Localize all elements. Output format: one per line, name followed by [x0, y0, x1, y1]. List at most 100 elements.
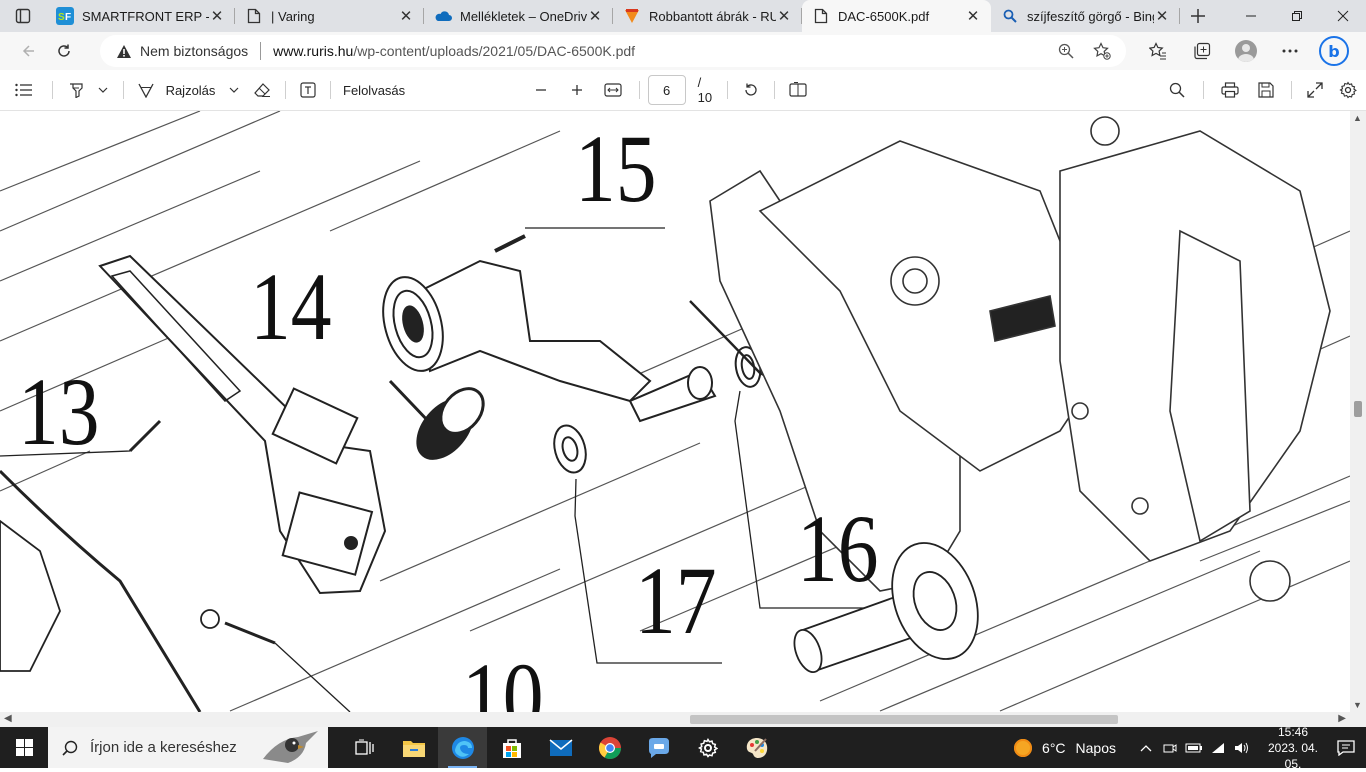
draw-button[interactable]: Rajzolás [132, 74, 222, 106]
security-indicator[interactable]: Nem biztonságos [116, 43, 248, 59]
print-button[interactable] [1212, 74, 1248, 106]
collections-icon [1194, 42, 1211, 60]
taskbar-file-explorer[interactable] [389, 727, 438, 768]
settings-more-button[interactable] [1268, 32, 1312, 70]
zoom-button[interactable] [1048, 35, 1084, 67]
close-tab-icon[interactable]: ✕ [965, 8, 981, 25]
taskbar-edge[interactable] [438, 727, 487, 768]
more-dots-icon [1282, 49, 1298, 53]
page-number-input[interactable] [647, 75, 686, 105]
collections-button[interactable] [1180, 32, 1224, 70]
scroll-left-arrow-icon[interactable]: ◀ [4, 713, 12, 724]
close-window-button[interactable] [1320, 0, 1366, 32]
volume-icon[interactable] [1230, 727, 1254, 768]
tab-ruris[interactable]: Robbantott ábrák - RURIS ✕ [613, 0, 802, 32]
scroll-down-arrow-icon[interactable]: ▼ [1353, 700, 1362, 710]
bing-search-icon [1001, 7, 1019, 25]
back-arrow-icon [22, 45, 34, 57]
profile-button[interactable] [1224, 32, 1268, 70]
taskbar-paint[interactable] [732, 727, 781, 768]
system-tray: 6°C Napos 15:46 2023. 04. 05. [1014, 725, 1366, 771]
rotate-button[interactable] [736, 74, 766, 106]
fit-to-width-button[interactable] [595, 74, 631, 106]
notification-icon [1337, 739, 1355, 756]
highlight-dropdown[interactable] [91, 74, 115, 106]
close-tab-icon[interactable]: ✕ [209, 8, 225, 25]
save-disk-icon [1257, 82, 1274, 98]
pdf-document-viewport[interactable]: 15 14 13 16 17 10 [0, 111, 1350, 712]
taskbar-store[interactable] [487, 727, 536, 768]
expand-icon [1307, 82, 1323, 98]
toolbar-divider [285, 81, 287, 99]
add-text-button[interactable] [294, 74, 322, 106]
back-button[interactable] [10, 35, 46, 67]
zoom-in-button[interactable] [559, 74, 595, 106]
read-aloud-button[interactable]: Felolvasás [339, 74, 409, 106]
windows-taskbar: Írjon ide a kereséshez 6°C Napos 15:46 2… [0, 725, 1366, 771]
pdf-settings-button[interactable] [1330, 74, 1366, 106]
smartfront-logo-icon: SF [56, 7, 74, 25]
taskbar-search-box[interactable]: Írjon ide a kereséshez [48, 727, 328, 768]
notification-center-button[interactable] [1326, 727, 1366, 768]
favorites-button[interactable] [1136, 32, 1180, 70]
tab-actions-button[interactable] [0, 0, 46, 32]
clock-time: 15:46 [1277, 724, 1309, 739]
restore-button[interactable] [1274, 0, 1320, 32]
part-14-spring [388, 379, 485, 460]
zoom-out-button[interactable] [523, 74, 559, 106]
wifi-icon[interactable] [1206, 727, 1230, 768]
battery-icon[interactable] [1182, 727, 1206, 768]
fullscreen-button[interactable] [1300, 74, 1330, 106]
star-add-icon [1093, 42, 1111, 60]
chevron-down-icon [229, 87, 239, 93]
start-button[interactable] [0, 727, 48, 768]
scroll-up-arrow-icon[interactable]: ▲ [1353, 113, 1362, 123]
address-bar[interactable]: Nem biztonságos www.ruris.hu/wp-content/… [100, 35, 1126, 67]
draw-dropdown[interactable] [221, 74, 247, 106]
avatar [1235, 40, 1257, 62]
url-text[interactable]: www.ruris.hu/wp-content/uploads/2021/05/… [273, 43, 635, 59]
taskbar-mail[interactable] [536, 727, 585, 768]
scroll-right-arrow-icon[interactable]: ▶ [1338, 713, 1346, 724]
close-tab-icon[interactable]: ✕ [776, 8, 792, 25]
plus-icon [1191, 9, 1205, 23]
url-path: /wp-content/uploads/2021/05/DAC-6500K.pd… [353, 43, 636, 59]
part-label-14: 14 [250, 255, 332, 361]
search-icon [1169, 82, 1185, 98]
add-favorite-button[interactable] [1084, 35, 1120, 67]
show-hidden-icons-button[interactable] [1134, 727, 1158, 768]
tab-bing-search[interactable]: szíjfeszítő görgő - Bing ✕ [991, 0, 1180, 32]
horizontal-scroll-thumb[interactable] [690, 715, 1118, 724]
tab-dac-pdf[interactable]: DAC-6500K.pdf ✕ [802, 0, 991, 32]
refresh-button[interactable] [46, 35, 82, 67]
weather-widget[interactable]: 6°C Napos [1014, 738, 1116, 757]
tab-onedrive[interactable]: Mellékletek – OneDrive ✕ [424, 0, 613, 32]
taskbar-chrome[interactable] [585, 727, 634, 768]
tab-smartfront[interactable]: SF SMARTFRONT ERP - v5 ✕ [46, 0, 235, 32]
task-view-button[interactable] [340, 727, 389, 768]
vertical-scroll-thumb[interactable] [1354, 401, 1362, 417]
close-tab-icon[interactable]: ✕ [398, 8, 414, 25]
vertical-scrollbar[interactable]: ▲ ▼ [1350, 111, 1366, 712]
tab-varing[interactable]: | Varing ✕ [235, 0, 424, 32]
mail-envelope-icon [549, 738, 572, 756]
tray-camera-icon[interactable] [1158, 727, 1182, 768]
erase-button[interactable] [247, 74, 277, 106]
close-tab-icon[interactable]: ✕ [1154, 8, 1170, 25]
taskbar-teams-chat[interactable] [634, 727, 683, 768]
horizontal-scrollbar[interactable]: ◀ ▶ [0, 712, 1350, 727]
system-clock[interactable]: 15:46 2023. 04. 05. [1260, 724, 1326, 772]
taskbar-settings[interactable] [683, 727, 732, 768]
search-document-button[interactable] [1159, 74, 1195, 106]
toolbar-divider [727, 81, 729, 99]
bing-chat-button[interactable]: b [1312, 32, 1356, 70]
new-tab-button[interactable] [1180, 0, 1216, 32]
onedrive-cloud-icon [434, 7, 452, 25]
save-button[interactable] [1248, 74, 1284, 106]
page-view-button[interactable] [783, 74, 813, 106]
close-tab-icon[interactable]: ✕ [587, 8, 603, 25]
contents-button[interactable] [4, 74, 44, 106]
navigation-bar: Nem biztonságos www.ruris.hu/wp-content/… [0, 32, 1366, 70]
minimize-button[interactable] [1228, 0, 1274, 32]
highlight-button[interactable] [61, 74, 91, 106]
